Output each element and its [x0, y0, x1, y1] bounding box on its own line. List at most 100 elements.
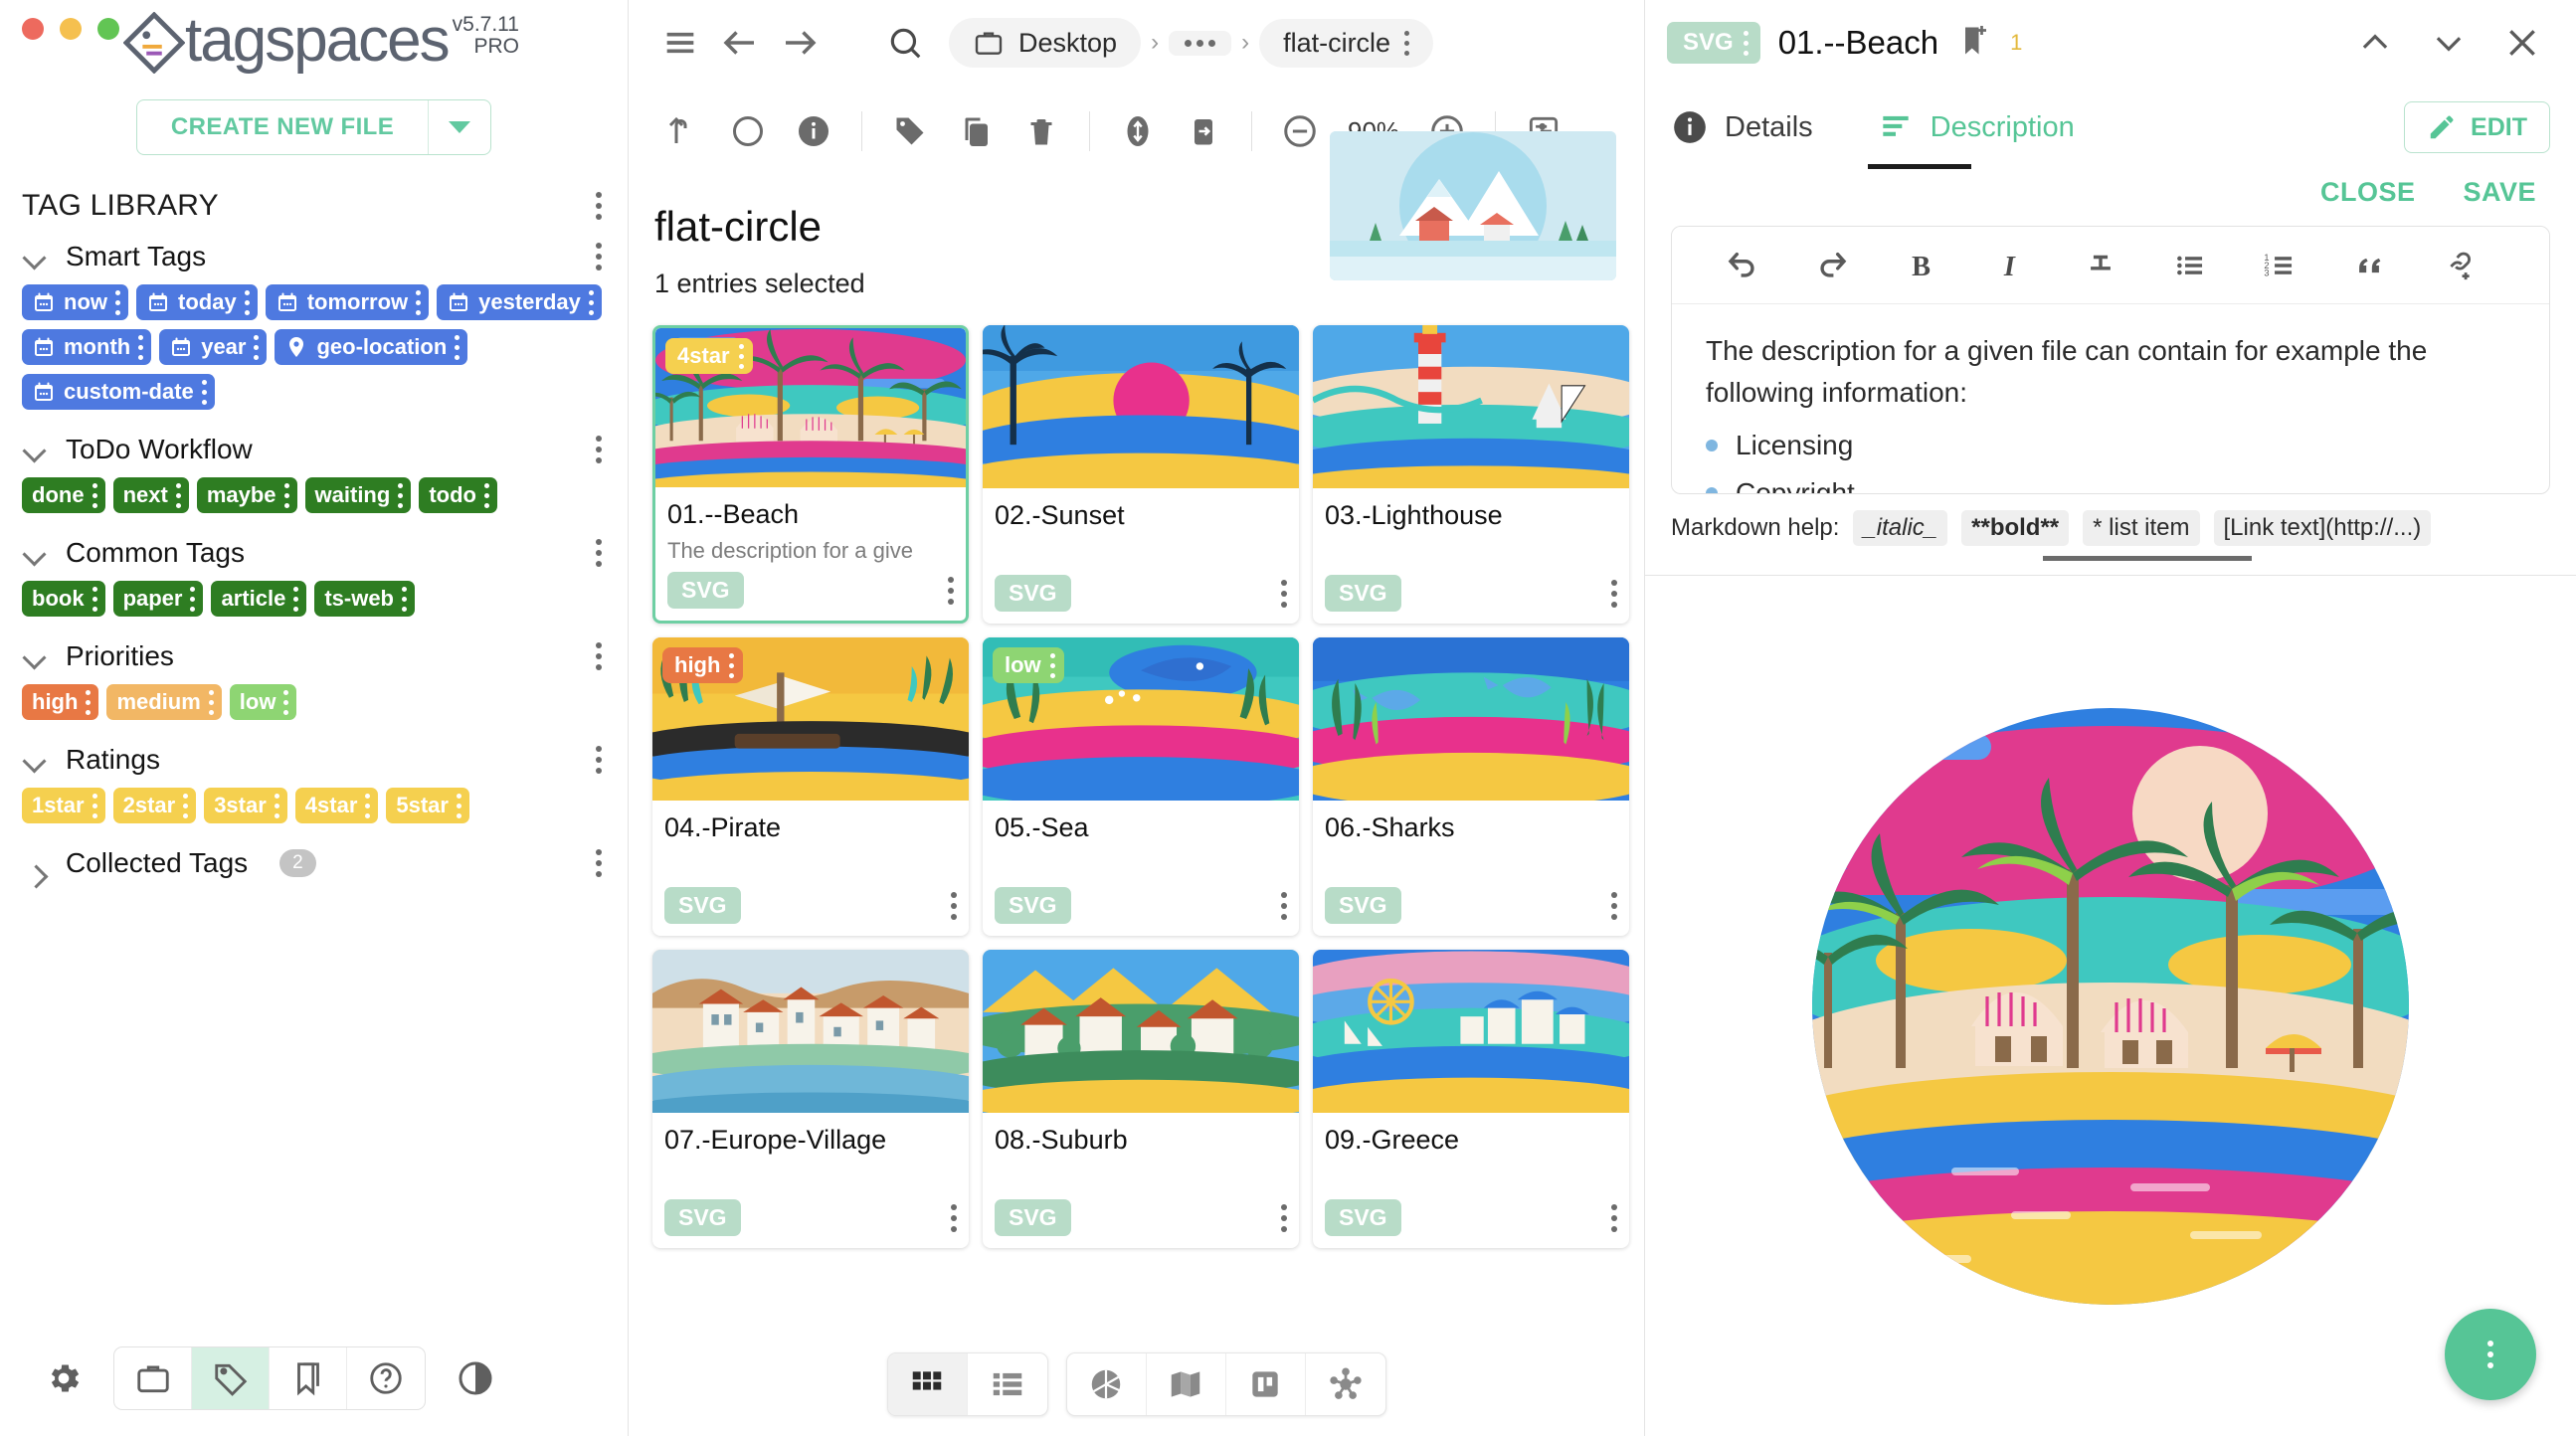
strikethrough-icon[interactable] — [2056, 236, 2145, 295]
tag-menu-button[interactable] — [254, 334, 260, 360]
chevron-down-icon[interactable] — [22, 540, 48, 566]
italic-icon[interactable]: I — [1966, 236, 2056, 295]
sidebar-item-locations[interactable] — [114, 1347, 192, 1409]
tag-section-menu-button[interactable] — [596, 436, 602, 463]
file-card[interactable]: high 04.-Pirate SVG — [652, 637, 969, 936]
file-type-badge[interactable]: SVG — [1667, 22, 1760, 64]
file-type-chip[interactable]: SVG — [1325, 575, 1401, 612]
tag-section-menu-button[interactable] — [596, 849, 602, 877]
close-icon[interactable] — [2494, 15, 2550, 71]
tag-chip[interactable]: 5star — [386, 788, 469, 823]
file-card-menu-button[interactable] — [948, 576, 954, 605]
file-type-chip[interactable]: SVG — [1325, 887, 1401, 924]
tag-menu-button[interactable] — [86, 689, 92, 715]
tag-chip[interactable]: custom-date — [22, 374, 215, 410]
file-type-chip[interactable]: SVG — [995, 575, 1071, 612]
tag-menu-button[interactable] — [115, 289, 120, 315]
file-tag-badge[interactable]: high — [662, 647, 744, 683]
file-card-menu-button[interactable] — [951, 891, 957, 920]
theme-contrast-icon[interactable] — [452, 1354, 499, 1402]
create-file-dropdown-button[interactable] — [429, 100, 490, 154]
link-icon[interactable] — [2414, 236, 2503, 295]
tab-description[interactable]: Description — [1877, 108, 2075, 146]
tag-library-menu-button[interactable] — [596, 192, 602, 220]
tag-chip[interactable]: 4star — [294, 788, 379, 823]
view-mode-mindmap[interactable] — [1306, 1353, 1385, 1415]
more-options-fab[interactable] — [2445, 1309, 2536, 1400]
file-card[interactable]: 06.-Sharks SVG — [1313, 637, 1629, 936]
view-mode-grid[interactable] — [887, 1353, 968, 1415]
tag-menu-button[interactable] — [190, 586, 196, 612]
tag-menu-button[interactable] — [416, 289, 422, 315]
file-tag-badge[interactable]: 4star — [665, 338, 753, 374]
parent-folder-icon[interactable] — [652, 101, 712, 161]
tag-menu-button[interactable] — [201, 379, 207, 405]
tag-menu-button[interactable] — [293, 586, 299, 612]
file-type-chip[interactable]: SVG — [995, 1199, 1071, 1236]
tag-menu-button[interactable] — [398, 482, 404, 508]
tag-menu-button[interactable] — [365, 793, 371, 818]
redo-icon[interactable] — [1787, 236, 1877, 295]
view-mode-gallery[interactable] — [1067, 1353, 1147, 1415]
tag-chip[interactable]: 2star — [112, 788, 197, 823]
tag-menu-button[interactable] — [208, 689, 214, 715]
chevron-up-icon[interactable] — [2347, 15, 2403, 71]
export-icon[interactable] — [1174, 101, 1233, 161]
tag-menu-button[interactable] — [92, 482, 97, 508]
tag-chip[interactable]: low — [229, 684, 297, 720]
editor-resize-handle[interactable] — [2043, 556, 2252, 561]
tag-chip[interactable]: paper — [112, 581, 204, 617]
tag-section-header[interactable]: ToDo Workflow — [16, 416, 612, 475]
tag-chip[interactable]: todo — [419, 477, 497, 513]
chevron-down-icon[interactable] — [22, 643, 48, 669]
sidebar-item-help[interactable] — [347, 1347, 425, 1409]
settings-gear-icon[interactable] — [40, 1354, 88, 1402]
tag-chip[interactable]: month — [22, 329, 152, 365]
file-card-menu-button[interactable] — [1611, 1203, 1617, 1232]
tag-section-header[interactable]: Common Tags — [16, 519, 612, 579]
sidebar-item-bookmarks[interactable] — [270, 1347, 347, 1409]
quote-icon[interactable] — [2324, 236, 2414, 295]
copy-icon[interactable] — [946, 101, 1006, 161]
tag-chip[interactable]: waiting — [304, 477, 412, 513]
create-new-file-button[interactable]: CREATE NEW FILE — [135, 99, 492, 155]
file-tag-badge[interactable]: low — [993, 647, 1064, 683]
tag-chip[interactable]: today — [136, 284, 258, 320]
bullet-list-icon[interactable] — [2145, 236, 2235, 295]
tag-menu-button[interactable] — [588, 289, 594, 315]
file-card[interactable]: 03.-Lighthouse SVG — [1313, 325, 1629, 624]
tag-chip[interactable]: maybe — [196, 477, 297, 513]
tag-menu-button[interactable] — [92, 793, 97, 818]
hamburger-icon[interactable] — [650, 13, 710, 73]
zoom-out-icon[interactable] — [1270, 101, 1330, 161]
back-arrow-icon[interactable] — [710, 13, 770, 73]
file-type-menu-button[interactable] — [1743, 30, 1748, 56]
file-card-menu-button[interactable] — [1281, 1203, 1287, 1232]
tag-menu-button[interactable] — [175, 482, 181, 508]
tag-menu-button[interactable] — [283, 689, 289, 715]
view-mode-list[interactable] — [968, 1353, 1047, 1415]
tag-chip[interactable]: book — [22, 581, 105, 617]
save-editor-button[interactable]: SAVE — [2463, 177, 2536, 208]
tab-details[interactable]: Details — [1671, 108, 1813, 146]
tag-menu-button[interactable] — [138, 334, 144, 360]
tag-chip[interactable]: 1star — [22, 788, 105, 823]
tag-chip[interactable]: yesterday — [437, 284, 602, 320]
tag-menu-button[interactable] — [244, 289, 250, 315]
breadcrumb-menu-button[interactable] — [1404, 30, 1410, 56]
bookmark-add-icon[interactable] — [1956, 23, 1992, 64]
tag-section-header[interactable]: Priorities — [16, 623, 612, 682]
file-card-menu-button[interactable] — [1281, 579, 1287, 608]
tag-section-menu-button[interactable] — [596, 243, 602, 270]
file-type-chip[interactable]: SVG — [667, 572, 744, 609]
tag-menu-button[interactable] — [183, 793, 189, 818]
breadcrumb-item-desktop[interactable]: Desktop — [949, 18, 1142, 68]
file-tag-menu-button[interactable] — [738, 343, 744, 369]
numbered-list-icon[interactable]: 123 — [2235, 236, 2324, 295]
info-icon[interactable] — [784, 101, 843, 161]
tag-chip[interactable]: tomorrow — [265, 284, 430, 320]
sidebar-item-tag-library[interactable] — [192, 1347, 270, 1409]
view-mode-kanban[interactable] — [1226, 1353, 1306, 1415]
tag-chip[interactable]: ts-web — [314, 581, 415, 617]
file-card[interactable]: low 05.-Sea SVG — [983, 637, 1299, 936]
